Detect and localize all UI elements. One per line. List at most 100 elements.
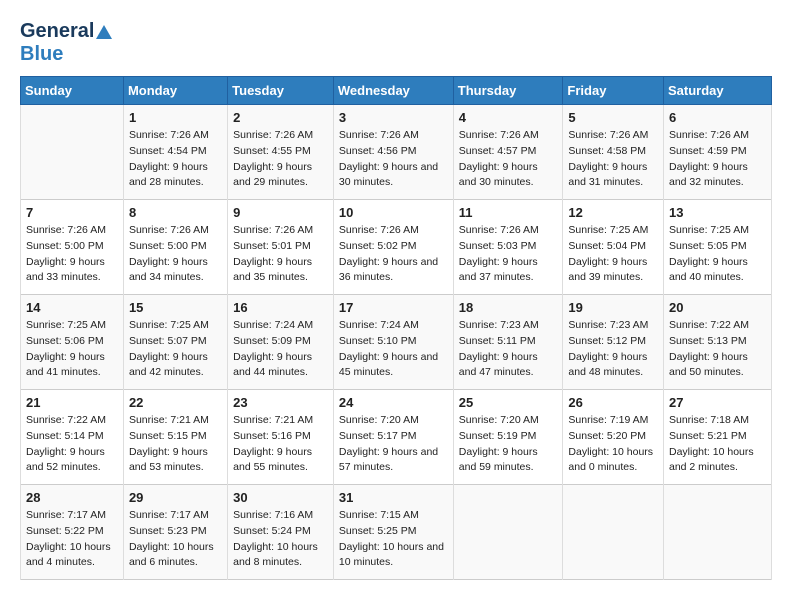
day-of-week-header: Sunday [21,77,124,105]
day-info: Sunrise: 7:26 AMSunset: 5:03 PMDaylight:… [459,223,558,286]
day-of-week-header: Saturday [663,77,771,105]
day-number: 8 [129,205,222,220]
calendar-cell: 15 Sunrise: 7:25 AMSunset: 5:07 PMDayligh… [123,295,227,390]
calendar-cell: 16 Sunrise: 7:24 AMSunset: 5:09 PMDayligh… [228,295,334,390]
day-number: 22 [129,395,222,410]
day-number: 25 [459,395,558,410]
calendar-body: 1Sunrise: 7:26 AMSunset: 4:54 PMDaylight… [21,105,772,580]
calendar-cell: 31Sunrise: 7:15 AMSunset: 5:25 PMDayligh… [333,485,453,580]
day-number: 28 [26,490,118,505]
day-number: 6 [669,110,766,125]
day-info: Sunrise: 7:19 AMSunset: 5:20 PMDaylight:… [568,413,658,476]
day-info: Sunrise: 7:26 AMSunset: 4:59 PMDaylight:… [669,128,766,191]
day-number: 18 [459,300,558,315]
calendar-week-row: 28 Sunrise: 7:17 AMSunset: 5:22 PMDayligh… [21,485,772,580]
calendar-cell: 21 Sunrise: 7:22 AMSunset: 5:14 PMDayligh… [21,390,124,485]
logo-text-block: General Blue [20,20,112,66]
calendar-cell: 19 Sunrise: 7:23 AMSunset: 5:12 PMDayligh… [563,295,664,390]
calendar-cell: 12Sunrise: 7:25 AMSunset: 5:04 PMDayligh… [563,200,664,295]
day-number: 21 [26,395,118,410]
day-of-week-header: Friday [563,77,664,105]
day-info: Sunrise: 7:26 AMSunset: 5:00 PMDaylight:… [129,223,222,286]
day-number: 14 [26,300,118,315]
day-info: Sunrise: 7:22 AMSunset: 5:14 PMDaylight:… [26,413,118,476]
day-number: 24 [339,395,448,410]
day-number: 5 [568,110,658,125]
calendar-week-row: 1Sunrise: 7:26 AMSunset: 4:54 PMDaylight… [21,105,772,200]
day-info: Sunrise: 7:16 AMSunset: 5:24 PMDaylight:… [233,508,328,571]
calendar-cell: 1Sunrise: 7:26 AMSunset: 4:54 PMDaylight… [123,105,227,200]
calendar-cell: 25 Sunrise: 7:20 AMSunset: 5:19 PMDayligh… [453,390,563,485]
day-info: Sunrise: 7:17 AMSunset: 5:22 PMDaylight:… [26,508,118,571]
calendar-cell [563,485,664,580]
day-number: 15 [129,300,222,315]
day-info: Sunrise: 7:26 AMSunset: 4:55 PMDaylight:… [233,128,328,191]
calendar-cell: 20 Sunrise: 7:22 AMSunset: 5:13 PMDayligh… [663,295,771,390]
calendar-cell: 7 Sunrise: 7:26 AMSunset: 5:00 PMDaylight… [21,200,124,295]
page-header: General Blue [20,20,772,66]
day-info: Sunrise: 7:21 AMSunset: 5:15 PMDaylight:… [129,413,222,476]
calendar-page: General Blue SundayMondayTuesdayWednesda… [0,0,792,590]
day-info: Sunrise: 7:24 AMSunset: 5:09 PMDaylight:… [233,318,328,381]
logo-general: General [20,20,112,43]
day-of-week-header: Monday [123,77,227,105]
day-number: 26 [568,395,658,410]
day-number: 19 [568,300,658,315]
calendar-cell: 17Sunrise: 7:24 AMSunset: 5:10 PMDayligh… [333,295,453,390]
calendar-cell: 28 Sunrise: 7:17 AMSunset: 5:22 PMDayligh… [21,485,124,580]
calendar-cell: 30Sunrise: 7:16 AMSunset: 5:24 PMDayligh… [228,485,334,580]
day-info: Sunrise: 7:15 AMSunset: 5:25 PMDaylight:… [339,508,448,571]
day-info: Sunrise: 7:22 AMSunset: 5:13 PMDaylight:… [669,318,766,381]
day-info: Sunrise: 7:26 AMSunset: 5:01 PMDaylight:… [233,223,328,286]
day-of-week-header: Tuesday [228,77,334,105]
calendar-cell: 11Sunrise: 7:26 AMSunset: 5:03 PMDayligh… [453,200,563,295]
calendar-cell: 2 Sunrise: 7:26 AMSunset: 4:55 PMDaylight… [228,105,334,200]
day-number: 10 [339,205,448,220]
calendar-cell: 29 Sunrise: 7:17 AMSunset: 5:23 PMDayligh… [123,485,227,580]
calendar-cell: 3Sunrise: 7:26 AMSunset: 4:56 PMDaylight… [333,105,453,200]
day-info: Sunrise: 7:23 AMSunset: 5:11 PMDaylight:… [459,318,558,381]
calendar-cell: 10 Sunrise: 7:26 AMSunset: 5:02 PMDayligh… [333,200,453,295]
calendar-cell [663,485,771,580]
day-info: Sunrise: 7:21 AMSunset: 5:16 PMDaylight:… [233,413,328,476]
day-info: Sunrise: 7:26 AMSunset: 5:00 PMDaylight:… [26,223,118,286]
day-info: Sunrise: 7:26 AMSunset: 4:58 PMDaylight:… [568,128,658,191]
calendar-cell [453,485,563,580]
calendar-table: SundayMondayTuesdayWednesdayThursdayFrid… [20,76,772,580]
logo-container: General Blue [20,20,112,66]
day-info: Sunrise: 7:26 AMSunset: 4:54 PMDaylight:… [129,128,222,191]
day-number: 16 [233,300,328,315]
day-info: Sunrise: 7:25 AMSunset: 5:07 PMDaylight:… [129,318,222,381]
day-number: 20 [669,300,766,315]
day-number: 29 [129,490,222,505]
logo-blue: Blue [20,43,112,66]
calendar-cell: 8 Sunrise: 7:26 AMSunset: 5:00 PMDaylight… [123,200,227,295]
calendar-cell: 14Sunrise: 7:25 AMSunset: 5:06 PMDayligh… [21,295,124,390]
calendar-cell: 5 Sunrise: 7:26 AMSunset: 4:58 PMDaylight… [563,105,664,200]
day-of-week-header: Wednesday [333,77,453,105]
day-info: Sunrise: 7:18 AMSunset: 5:21 PMDaylight:… [669,413,766,476]
logo-triangle-icon [96,25,112,39]
calendar-cell: 26 Sunrise: 7:19 AMSunset: 5:20 PMDayligh… [563,390,664,485]
day-info: Sunrise: 7:20 AMSunset: 5:19 PMDaylight:… [459,413,558,476]
day-info: Sunrise: 7:20 AMSunset: 5:17 PMDaylight:… [339,413,448,476]
day-info: Sunrise: 7:26 AMSunset: 4:56 PMDaylight:… [339,128,448,191]
day-of-week-header: Thursday [453,77,563,105]
calendar-cell: 27Sunrise: 7:18 AMSunset: 5:21 PMDayligh… [663,390,771,485]
day-number: 17 [339,300,448,315]
calendar-week-row: 21 Sunrise: 7:22 AMSunset: 5:14 PMDayligh… [21,390,772,485]
day-number: 2 [233,110,328,125]
logo: General Blue [20,20,112,66]
calendar-cell: 22 Sunrise: 7:21 AMSunset: 5:15 PMDayligh… [123,390,227,485]
day-info: Sunrise: 7:26 AMSunset: 5:02 PMDaylight:… [339,223,448,286]
calendar-cell: 13Sunrise: 7:25 AMSunset: 5:05 PMDayligh… [663,200,771,295]
day-info: Sunrise: 7:17 AMSunset: 5:23 PMDaylight:… [129,508,222,571]
day-number: 7 [26,205,118,220]
day-info: Sunrise: 7:23 AMSunset: 5:12 PMDaylight:… [568,318,658,381]
day-number: 4 [459,110,558,125]
day-number: 12 [568,205,658,220]
calendar-cell: 6 Sunrise: 7:26 AMSunset: 4:59 PMDaylight… [663,105,771,200]
days-of-week-row: SundayMondayTuesdayWednesdayThursdayFrid… [21,77,772,105]
day-info: Sunrise: 7:25 AMSunset: 5:05 PMDaylight:… [669,223,766,286]
calendar-cell: 18 Sunrise: 7:23 AMSunset: 5:11 PMDayligh… [453,295,563,390]
